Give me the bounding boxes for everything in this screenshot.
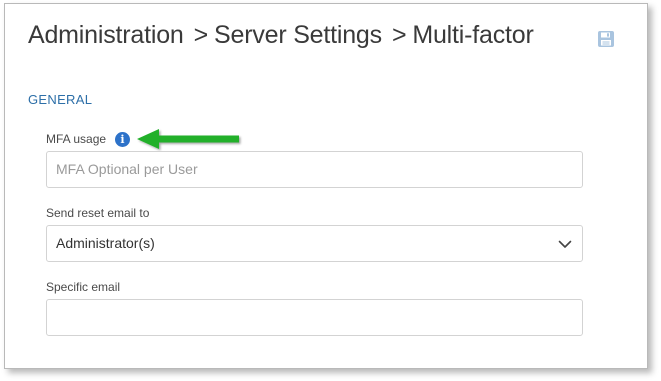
- settings-window: Administration > Server Settings > Multi-fac…: [4, 3, 648, 369]
- chevron-down-icon[interactable]: [558, 237, 572, 251]
- breadcrumb: Administration > Server Settings > Multi-fac…: [28, 21, 534, 50]
- breadcrumb-server-settings[interactable]: Server Settings: [214, 21, 382, 49]
- info-icon[interactable]: i: [115, 132, 130, 147]
- breadcrumb-administration[interactable]: Administration: [28, 21, 184, 49]
- mfa-usage-input[interactable]: MFA Optional per User: [46, 151, 583, 188]
- breadcrumb-separator: >: [193, 21, 209, 49]
- mfa-usage-label: MFA usage: [46, 132, 107, 146]
- save-button[interactable]: [597, 30, 615, 48]
- save-icon: [598, 31, 614, 47]
- specific-email-label: Specific email: [46, 280, 121, 294]
- section-title-general: GENERAL: [28, 92, 93, 107]
- breadcrumb-separator: >: [391, 21, 407, 49]
- mfa-usage-placeholder: MFA Optional per User: [56, 161, 198, 177]
- specific-email-input[interactable]: [46, 299, 583, 336]
- page-title: Multi-factor: [412, 21, 534, 49]
- reset-email-select[interactable]: Administrator(s): [46, 225, 583, 262]
- reset-email-label: Send reset email to: [46, 206, 150, 220]
- green-arrow-left-icon: [137, 129, 239, 149]
- reset-email-selected-value: Administrator(s): [56, 235, 155, 251]
